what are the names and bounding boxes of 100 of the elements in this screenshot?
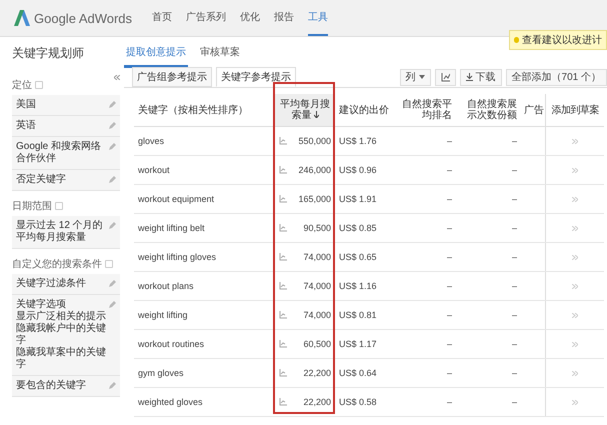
- sort-arrow-icon: [314, 111, 318, 118]
- add-icon[interactable]: [572, 226, 578, 231]
- add-icon[interactable]: [572, 313, 578, 318]
- section-title: 日期范围: [12, 200, 52, 213]
- tip-banner: 查看建议以改进计: [509, 30, 607, 50]
- rank-cell: –: [393, 156, 458, 184]
- nav-link[interactable]: 工具: [308, 0, 328, 36]
- trend-chart-icon[interactable]: [279, 137, 287, 145]
- filter-item[interactable]: 关键字过滤条件: [12, 274, 120, 295]
- search-volume: 74,000: [303, 281, 331, 291]
- add-icon[interactable]: [572, 197, 578, 202]
- column-header[interactable]: 自然搜索展示次数份额: [458, 94, 523, 126]
- filter-item[interactable]: 要包含的关键字: [12, 376, 120, 397]
- section-title: 自定义您的搜索条件: [12, 258, 102, 271]
- share-cell: –: [458, 272, 523, 300]
- bid-cell: US$ 0.64: [335, 358, 393, 388]
- bid-cell: US$ 0.58: [335, 388, 393, 416]
- keyword-cell: workout equipment: [134, 184, 275, 214]
- filter-item[interactable]: 关键字选项 显示广泛相关的提示 隐藏我帐户中的关键字 隐藏我草案中的关键字: [12, 295, 120, 376]
- column-header[interactable]: 广告: [523, 94, 546, 126]
- page-title: 关键字规划师: [12, 45, 85, 62]
- rank-cell: –: [393, 388, 458, 416]
- bid-cell: US$ 0.81: [335, 300, 393, 330]
- filter-item[interactable]: 显示过去 12 个月的平均每月搜索量: [12, 216, 120, 249]
- add-icon[interactable]: [572, 255, 578, 260]
- bid-cell: US$ 1.76: [335, 126, 393, 156]
- share-cell: –: [458, 156, 523, 184]
- share-cell: –: [458, 184, 523, 214]
- logo-icon: [14, 9, 30, 27]
- bid-cell: US$ 0.65: [335, 242, 393, 272]
- column-header[interactable]: 自然搜索平均排名: [393, 94, 458, 126]
- column-header[interactable]: 建议的出价: [335, 94, 393, 126]
- trend-chart-icon[interactable]: [279, 166, 287, 174]
- chart-icon: [440, 72, 450, 82]
- trend-chart-icon[interactable]: [279, 311, 287, 319]
- share-cell: –: [458, 330, 523, 358]
- nav-link[interactable]: 报告: [274, 0, 294, 36]
- keyword-cell: workout plans: [134, 272, 275, 300]
- rank-cell: –: [393, 358, 458, 388]
- search-volume: 60,500: [303, 339, 331, 349]
- nav-link[interactable]: 广告系列: [186, 0, 226, 36]
- bid-cell: US$ 1.16: [335, 272, 393, 300]
- caret-icon: [418, 75, 425, 79]
- add-icon[interactable]: [572, 168, 578, 173]
- trend-chart-icon[interactable]: [279, 253, 287, 261]
- page-tab[interactable]: 审核草案: [198, 45, 242, 65]
- keyword-cell: gloves: [134, 126, 275, 156]
- pencil-icon: [108, 143, 116, 151]
- trend-chart-icon[interactable]: [279, 195, 287, 203]
- help-icon: [55, 202, 63, 210]
- pencil-icon: [108, 122, 116, 130]
- add-icon[interactable]: [572, 342, 578, 347]
- filter-item[interactable]: 美国: [12, 95, 120, 116]
- add-icon[interactable]: [572, 139, 578, 144]
- nav-link[interactable]: 优化: [240, 0, 260, 36]
- column-header[interactable]: 添加到草案: [546, 94, 604, 126]
- columns-button[interactable]: 列: [400, 68, 431, 86]
- keyword-cell: workout: [134, 156, 275, 184]
- bid-cell: US$ 0.85: [335, 214, 393, 242]
- bid-cell: US$ 1.91: [335, 184, 393, 214]
- trend-chart-icon[interactable]: [279, 224, 287, 232]
- trend-chart-icon[interactable]: [279, 369, 287, 377]
- add-icon[interactable]: [572, 400, 578, 405]
- keyword-cell: workout routines: [134, 330, 275, 358]
- keyword-cell: weighted gloves: [134, 388, 275, 416]
- share-cell: –: [458, 358, 523, 388]
- trend-chart-icon[interactable]: [279, 340, 287, 348]
- nav-link[interactable]: 首页: [152, 0, 172, 36]
- sub-tab[interactable]: 关键字参考提示: [216, 67, 296, 87]
- rank-cell: –: [393, 214, 458, 242]
- add-all-button[interactable]: 全部添加（701 个）: [506, 68, 607, 86]
- filter-item[interactable]: Google 和搜索网络合作伙伴: [12, 137, 120, 170]
- share-cell: –: [458, 126, 523, 156]
- add-icon[interactable]: [572, 371, 578, 376]
- logo-text: Google AdWords: [34, 10, 132, 26]
- keyword-cell: weight lifting belt: [134, 214, 275, 242]
- trend-chart-icon[interactable]: [279, 398, 287, 406]
- trend-chart-icon[interactable]: [279, 282, 287, 290]
- section-title: 定位: [12, 78, 32, 92]
- add-icon[interactable]: [572, 284, 578, 289]
- rank-cell: –: [393, 272, 458, 300]
- collapse-icon[interactable]: [114, 74, 120, 80]
- help-icon: [35, 81, 43, 89]
- filter-item[interactable]: 否定关键字: [12, 170, 120, 191]
- rank-cell: –: [393, 242, 458, 272]
- sub-tab[interactable]: 广告组参考提示: [132, 67, 212, 87]
- search-volume: 165,000: [298, 194, 331, 204]
- search-volume: 550,000: [298, 136, 331, 146]
- rank-cell: –: [393, 184, 458, 214]
- search-volume: 22,200: [303, 397, 331, 407]
- chart-button[interactable]: [434, 68, 456, 86]
- bid-cell: US$ 1.17: [335, 330, 393, 358]
- pencil-icon: [108, 222, 116, 230]
- rank-cell: –: [393, 126, 458, 156]
- search-volume: 74,000: [303, 252, 331, 262]
- pencil-icon: [108, 382, 116, 390]
- download-button[interactable]: 下载: [460, 68, 502, 86]
- filter-item[interactable]: 英语: [12, 116, 120, 137]
- column-header[interactable]: 平均每月搜索量: [275, 94, 335, 126]
- keyword-cell: gym gloves: [134, 358, 275, 388]
